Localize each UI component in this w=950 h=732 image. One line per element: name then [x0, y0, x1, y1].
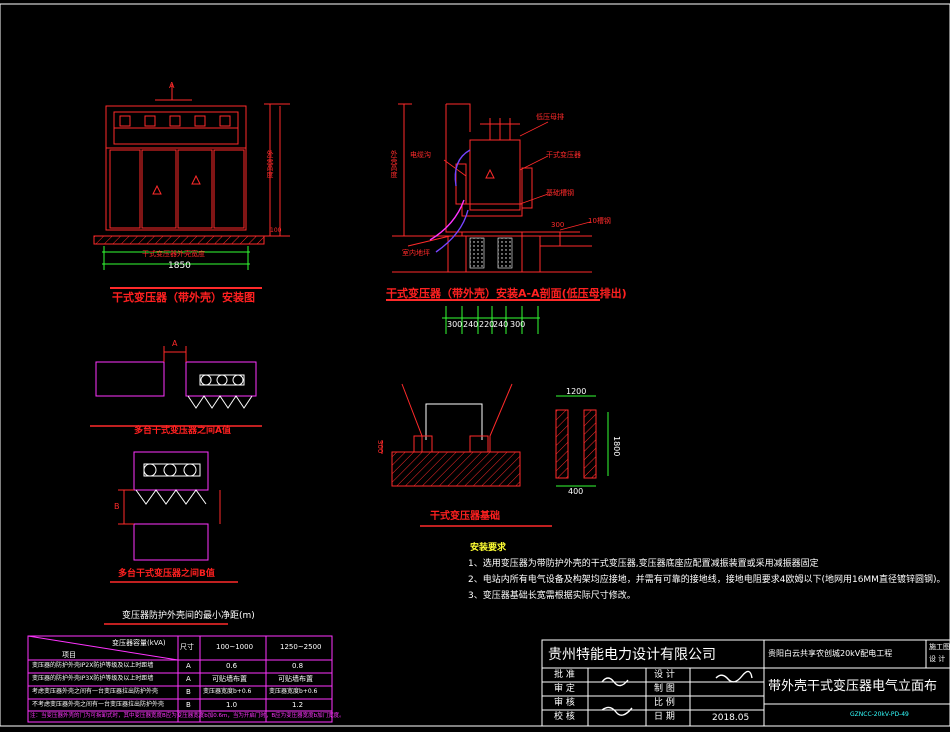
view2-callout-lv-bus: 低压母排: [536, 113, 564, 121]
view2-bottom-dim-2: 240: [463, 320, 479, 329]
stage-label-2: 设 计: [929, 655, 946, 663]
view1-title: 干式变压器（带外壳）安装图: [112, 291, 255, 304]
drawing-number: GZNCC-20kV-PD-49: [850, 711, 909, 718]
table-header-size: 尺寸: [180, 643, 194, 651]
view-foundation: [381, 383, 552, 527]
requirements-heading: 安装要求: [470, 543, 507, 553]
table-row-v2: 变压器宽度b+0.6: [269, 688, 318, 695]
view2-callout-base: 基础槽钢: [546, 189, 574, 197]
view1-inner-width-label: 干式变压器外壳宽度: [142, 250, 205, 258]
view2-bottom-dim-5: 300: [510, 320, 526, 329]
view2-callout-cable: 电缆沟: [410, 151, 431, 159]
sheet-title: 带外壳干式变压器电气立面布: [768, 679, 938, 694]
view5-title: 干式变压器基础: [430, 511, 500, 522]
view4-title: 多台干式变压器之间B值: [118, 569, 215, 579]
table-row-v2: 1.2: [292, 701, 304, 709]
view3-title: 多台干式变压器之间A值: [134, 426, 231, 436]
table-row-item: 变压器的防护外壳IP3X防护等级及以上时距墙: [32, 675, 154, 682]
clearance-table-title: 变压器防护外壳间的最小净距(m): [122, 611, 255, 621]
view2-bottom-dim-1: 300: [447, 320, 463, 329]
table-header-item: 项目: [62, 651, 76, 659]
view6-dim-top: 1200: [566, 387, 587, 396]
role-approve: 批 准: [554, 670, 575, 680]
role-date: 日 期: [654, 712, 675, 722]
role-design: 设 计: [654, 670, 675, 680]
table-row-size: B: [186, 688, 191, 696]
view6-dim-bottom: 400: [568, 487, 584, 496]
view2-height-dim: 外壳高度: [390, 150, 398, 178]
view1-width-dim: 1850: [168, 261, 191, 271]
signature-mark-design: [715, 670, 753, 683]
table-row-v1: 可贴墙布置: [212, 675, 247, 683]
role-review: 审 核: [554, 698, 575, 708]
role-drafting: 制 图: [654, 684, 675, 694]
table-header-col2: 1250~2500: [280, 643, 322, 651]
requirement-3: 3、变压器基础长宽需根据实际尺寸修改。: [468, 591, 636, 601]
table-row-item: 变压器的防护外壳IP2X防护等级及以上时距墙: [32, 662, 154, 669]
table-row-v2: 可贴墙布置: [278, 675, 313, 683]
stage-label-1: 施工图: [929, 643, 950, 651]
view2-callout-channel: 10槽钢: [588, 217, 611, 225]
table-row-item: 考虑变压器外壳之间有一台变压器拉出防护外壳: [32, 688, 159, 695]
drawing-date: 2018.05: [712, 713, 750, 723]
requirement-1: 1、选用变压器为带防护外壳的干式变压器,变压器底座应配置减振装置或采用减振器固定: [468, 559, 819, 569]
view-section-aa: [386, 103, 600, 301]
cad-drawing-canvas: [0, 3, 950, 727]
signature-marks-left: [601, 677, 633, 716]
role-check: 校 核: [554, 712, 575, 722]
view2-dim-300: 300: [551, 221, 565, 229]
view1-base-dim: 100: [270, 227, 282, 234]
table-row-size: B: [186, 701, 191, 709]
view2-callout-transformer: 干式变压器: [546, 151, 581, 159]
view-foundation-plan: [555, 395, 609, 487]
table-row-item: 不考虑变压器外壳之间有一台变压器拉出防护外壳: [32, 701, 165, 708]
view6-dim-right: 1800: [612, 436, 621, 457]
view1-section-label-a: A: [169, 81, 175, 90]
table-row-size: A: [186, 662, 191, 670]
view5-dim-left: 300: [376, 440, 384, 454]
role-scale: 比 例: [654, 698, 675, 708]
view1-height-dim: 外壳高度: [266, 150, 274, 178]
view-a-clearance: [90, 346, 262, 427]
table-row-size: A: [186, 675, 191, 683]
view4-label-b: B: [114, 502, 120, 511]
view2-bottom-dim-3: 220: [479, 320, 495, 329]
requirement-2: 2、电站内所有电气设备及构架均应接地，并需有可靠的接地线，接地电阻要求4欧姆以下…: [468, 575, 946, 585]
view2-callout-ground: 室内地坪: [402, 249, 430, 257]
view2-cable: [429, 149, 513, 269]
view2-bottom-dim-4: 240: [493, 320, 509, 329]
role-final-review: 审 定: [554, 684, 575, 694]
table-row-v1: 变压器宽度b+0.6: [203, 688, 252, 695]
project-name: 贵阳白云共享农创城20kV配电工程: [768, 649, 893, 658]
table-note: 注：当变压器外壳的门为可拆卸式时，其中变压器宽度B应为变压器宽度b加0.6m，当…: [30, 713, 345, 719]
company-name: 贵州特能电力设计有限公司: [548, 647, 716, 663]
table-row-v1: 0.6: [226, 662, 238, 670]
table-row-v2: 0.8: [292, 662, 304, 670]
view-front-elevation: [105, 84, 290, 237]
view-b-clearance: [110, 451, 238, 583]
table-header-col1: 100~1000: [216, 643, 254, 651]
table-row-v1: 1.0: [226, 701, 238, 709]
table-header-capacity: 变压器容量(kVA): [112, 639, 166, 647]
view3-label-a: A: [172, 339, 178, 348]
view2-title: 干式变压器（带外壳）安装A-A剖面(低压母排出): [386, 287, 627, 300]
